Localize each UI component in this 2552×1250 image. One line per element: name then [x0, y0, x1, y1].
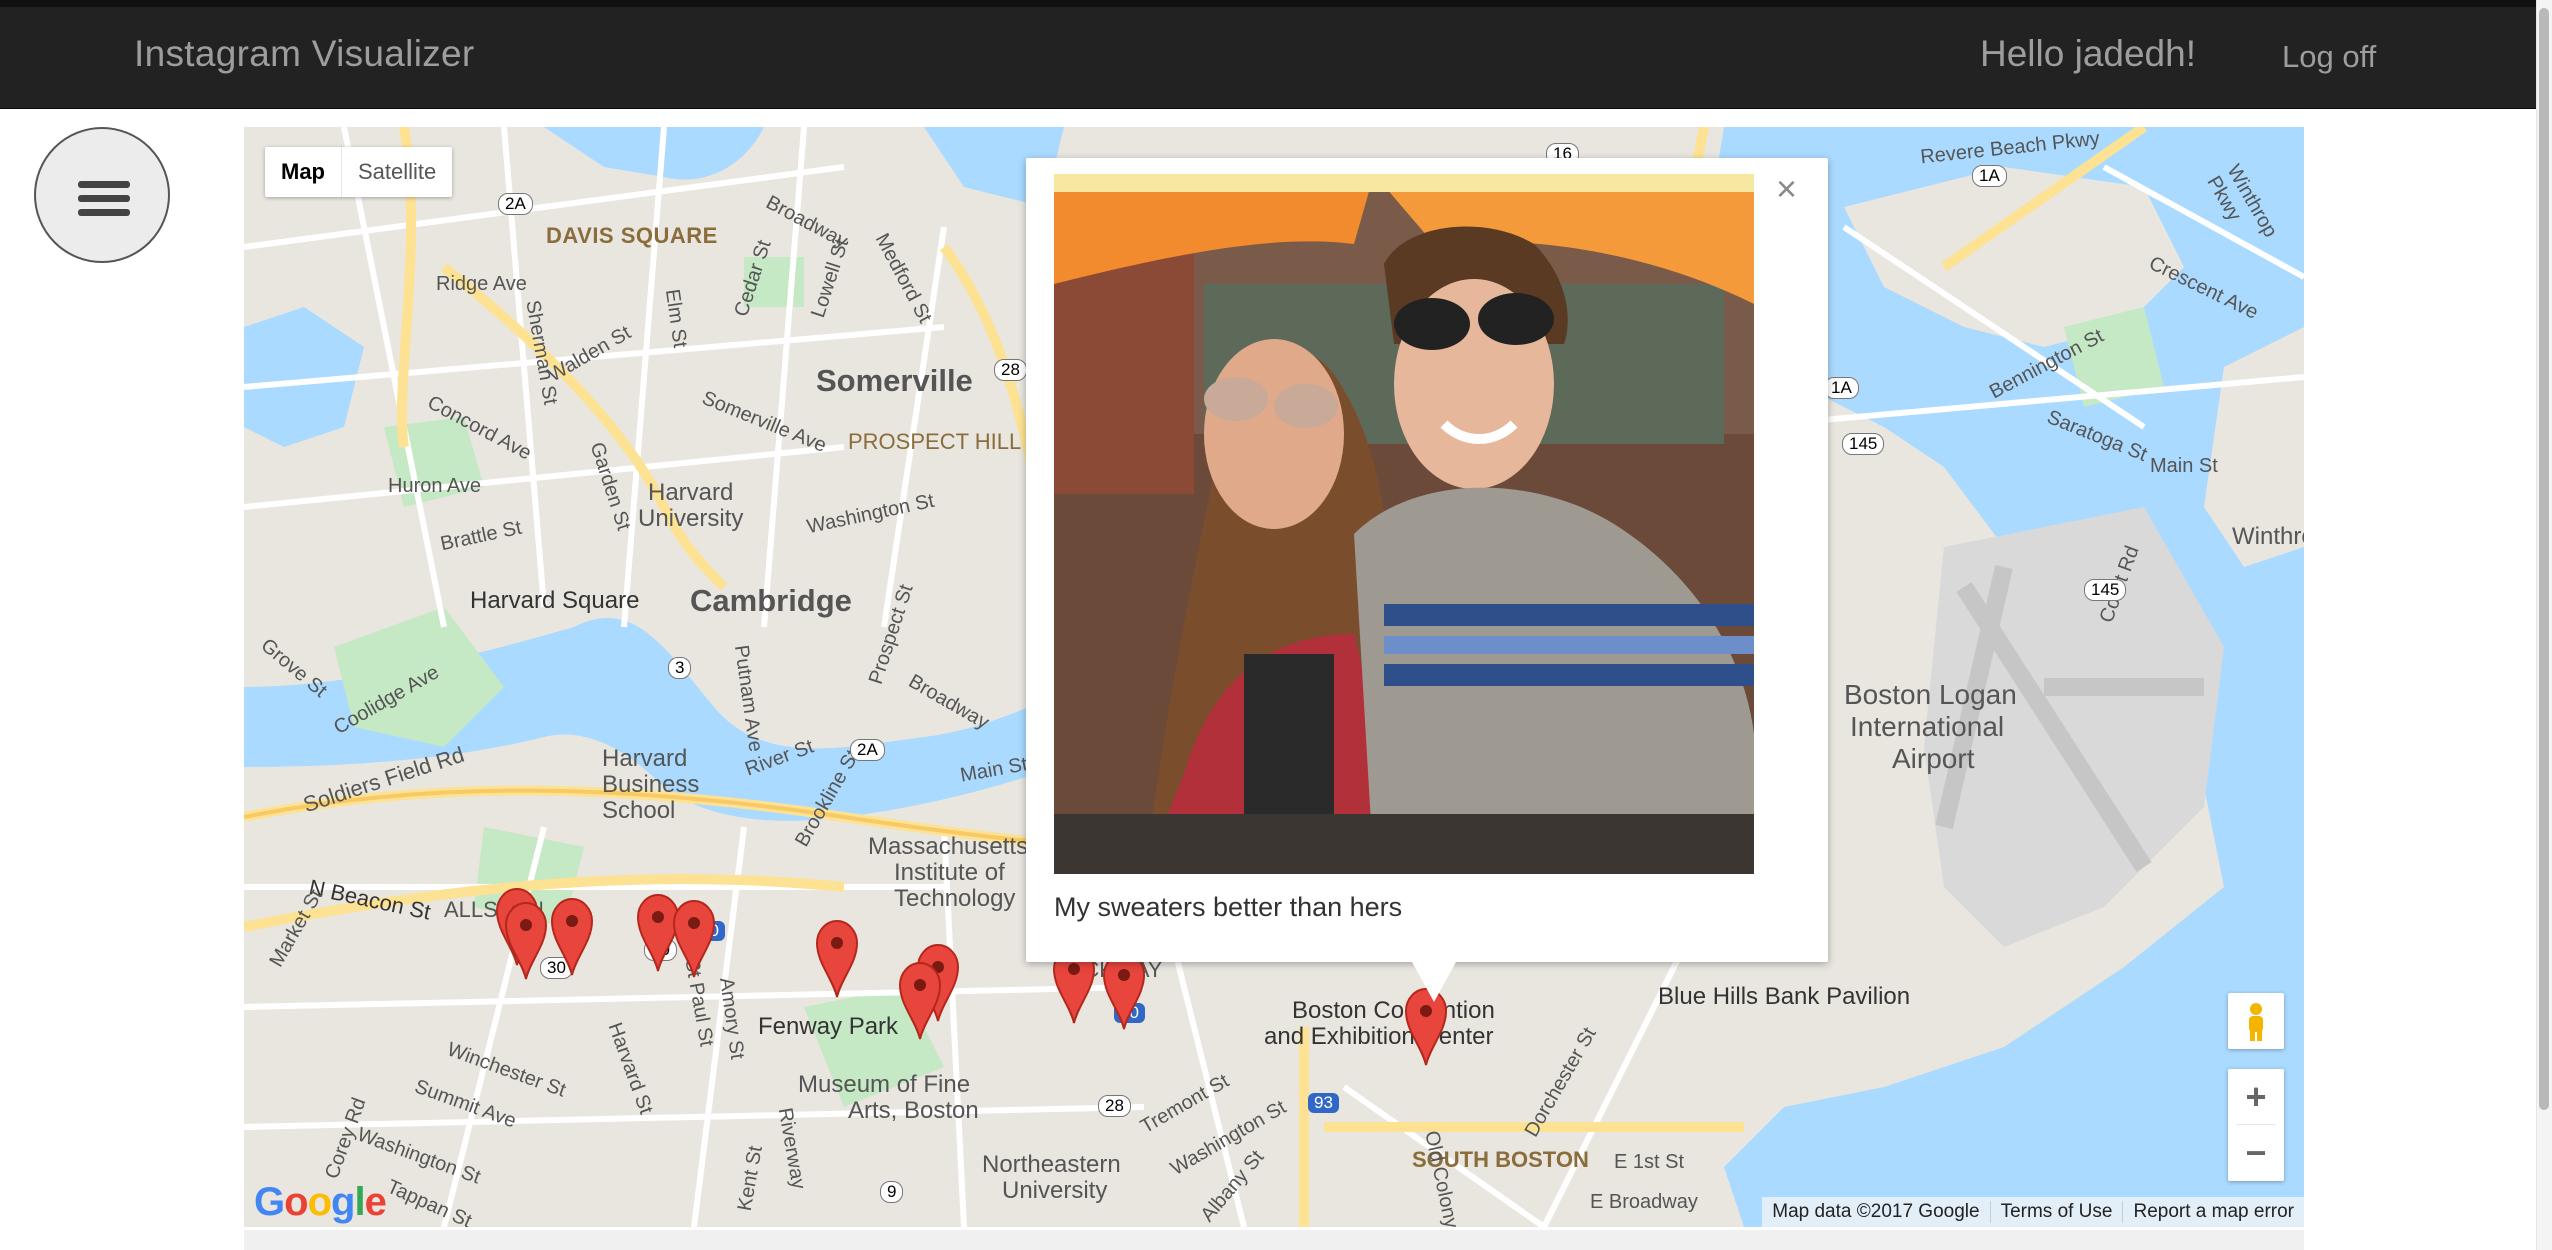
page-footer-strip — [244, 1230, 2304, 1250]
browser-top-strip — [0, 0, 2552, 7]
instagram-photo[interactable] — [1054, 174, 1754, 874]
place-label: Fenway Park — [758, 1013, 899, 1040]
route-shield: 28 — [1098, 1095, 1131, 1117]
street-view-pegman[interactable] — [2228, 993, 2284, 1049]
zoom-out-button[interactable]: − — [2228, 1125, 2284, 1180]
hamburger-menu-icon — [78, 181, 130, 188]
scrollbar-thumb[interactable] — [2539, 8, 2549, 1110]
route-shield: 1A — [1972, 165, 2007, 187]
photo-caption: My sweaters better than hers — [1054, 892, 1403, 922]
place-label: Boston Logan — [1844, 679, 2017, 710]
photo-image — [1054, 174, 1754, 874]
place-label: Blue Hills Bank Pavilion — [1658, 983, 1911, 1010]
place-label: PROSPECT HILL — [848, 429, 1022, 454]
pegman-icon — [2249, 1003, 2263, 1041]
hamburger-menu-icon — [78, 195, 130, 202]
map-marker[interactable] — [550, 897, 594, 977]
map-marker[interactable] — [1102, 951, 1146, 1031]
menu-button[interactable] — [34, 127, 170, 263]
place-label: University — [638, 505, 744, 532]
place-label: University — [1002, 1177, 1108, 1204]
map-type-satellite-button[interactable]: Satellite — [342, 147, 452, 197]
place-label: DAVIS SQUARE — [546, 223, 718, 248]
place-label: Museum of Fine — [798, 1071, 971, 1098]
map-data-credit: Map data ©2017 Google — [1772, 1201, 1980, 1222]
place-label: Harvard — [648, 479, 734, 506]
map-type-map-button[interactable]: Map — [265, 147, 342, 197]
zoom-in-button[interactable]: + — [2228, 1069, 2284, 1124]
route-shield: 2A — [850, 739, 885, 761]
map-type-control: Map Satellite — [265, 147, 453, 197]
street-label: E Broadway — [1590, 1191, 1698, 1213]
map-pin-icon — [815, 919, 859, 998]
route-shield: 28 — [994, 359, 1027, 381]
place-label: and Exhibition Center — [1264, 1023, 1494, 1050]
place-label: School — [602, 797, 676, 824]
report-map-error-link[interactable]: Report a map error — [2122, 1201, 2304, 1223]
place-label: Boston Convention — [1292, 997, 1495, 1024]
map-pin-icon — [1102, 951, 1146, 1030]
map-attribution: Map data ©2017 Google Terms of Use Repor… — [1762, 1197, 2304, 1227]
route-shield: 145 — [1842, 433, 1885, 455]
google-logo[interactable]: Google — [254, 1180, 387, 1225]
place-label: Arts, Boston — [848, 1097, 979, 1124]
navbar: Instagram Visualizer Hello jadedh! Log o… — [0, 7, 2536, 109]
terms-of-use-link[interactable]: Terms of Use — [1989, 1201, 2123, 1223]
route-shield: 2A — [498, 193, 533, 215]
route-shield: 1A — [1824, 377, 1859, 399]
greeting-link[interactable]: Hello jadedh! — [1980, 33, 2196, 75]
place-label: Northeastern — [982, 1151, 1121, 1178]
place-label: Cambridge — [690, 583, 852, 618]
zoom-control: + − — [2228, 1069, 2284, 1181]
place-label: International — [1850, 711, 2005, 742]
place-label: Technology — [894, 885, 1016, 912]
map-pin-icon — [504, 901, 548, 980]
street-label: Main St — [2150, 455, 2218, 477]
route-shield: 9 — [880, 1181, 904, 1203]
route-shield: 93 — [1308, 1093, 1339, 1113]
hamburger-menu-icon — [78, 209, 130, 216]
street-label: E 1st St — [1614, 1151, 1685, 1173]
place-label: Somerville — [816, 363, 973, 398]
map-pin-icon — [898, 961, 942, 1040]
place-label: Winthrop — [2232, 523, 2304, 550]
place-label: Airport — [1892, 743, 1975, 774]
map-pin-icon — [550, 897, 594, 976]
info-window-pointer — [1412, 962, 1456, 1002]
close-icon[interactable]: × — [1776, 168, 1797, 210]
map-pin-icon — [672, 899, 716, 978]
map-marker[interactable] — [898, 961, 942, 1041]
map-marker[interactable] — [815, 919, 859, 999]
brand-link[interactable]: Instagram Visualizer — [134, 33, 475, 75]
map-marker[interactable] — [504, 901, 548, 981]
place-label: Institute of — [894, 859, 1005, 886]
route-shield: 3 — [668, 657, 692, 679]
street-label: Ridge Ave — [436, 273, 527, 295]
place-label: Massachusetts — [868, 833, 1029, 860]
logoff-link[interactable]: Log off — [2282, 39, 2376, 75]
place-label: Harvard — [602, 745, 688, 772]
route-shield: 145 — [2084, 579, 2127, 601]
street-label: Huron Ave — [388, 475, 482, 497]
info-window: × My sweaters better than hers — [1026, 158, 1828, 1002]
place-label: Business — [602, 771, 700, 798]
map-marker[interactable] — [672, 899, 716, 979]
place-label: Harvard Square — [470, 587, 640, 614]
